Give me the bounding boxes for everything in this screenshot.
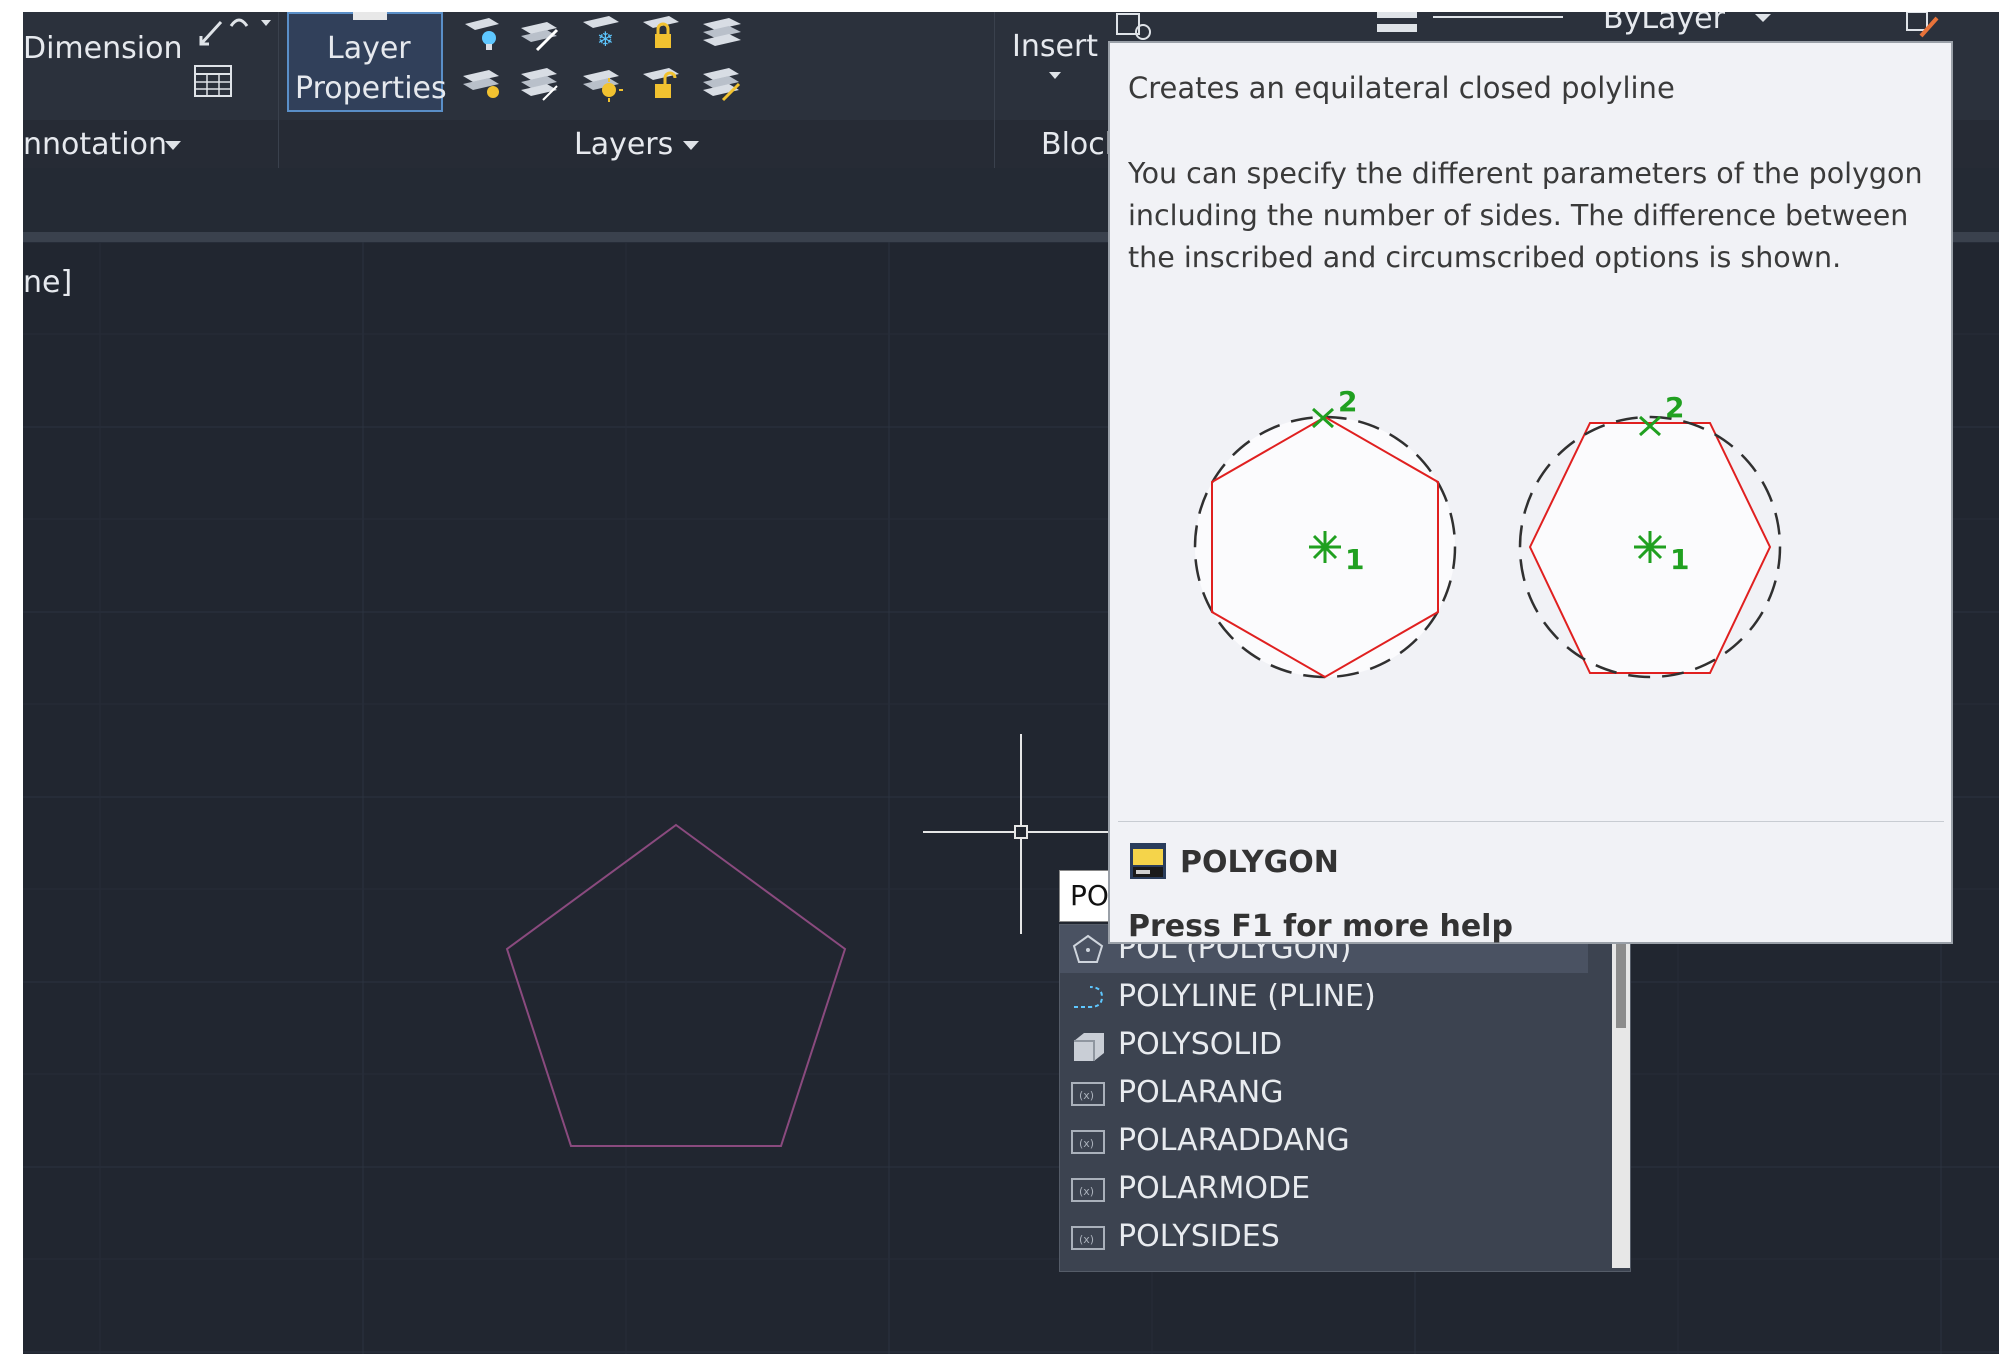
chevron-down-icon[interactable] xyxy=(1753,12,1773,26)
polyline-icon xyxy=(1074,986,1104,1008)
command-tooltip: Creates an equilateral closed polyline Y… xyxy=(1108,41,1953,944)
layer-state-icon[interactable] xyxy=(699,14,745,54)
panel-separator xyxy=(278,12,279,168)
tooltip-description: You can specify the different parameters… xyxy=(1128,157,1923,274)
svg-text:(x): (x) xyxy=(1079,1185,1094,1198)
layer-unlock-icon[interactable] xyxy=(639,62,685,102)
autocomplete-item-label: POLYSOLID xyxy=(1118,1027,1283,1062)
tooltip-title: Creates an equilateral closed polyline xyxy=(1128,71,1675,105)
linetype-dropdown[interactable]: ByLayer xyxy=(1603,12,1725,38)
radius-point-label: 2 xyxy=(1338,385,1357,418)
autocomplete-item[interactable]: POLYSOLID xyxy=(1060,1021,1588,1069)
create-block-icon[interactable] xyxy=(1113,12,1157,42)
svg-text:❄: ❄ xyxy=(597,27,614,51)
inscribed-diagram: 2 1 xyxy=(1193,385,1457,679)
layer-thaw-icon[interactable] xyxy=(579,62,625,102)
tooltip-command-name: POLYGON xyxy=(1180,845,1339,880)
chevron-down-icon[interactable] xyxy=(1047,70,1063,82)
autocomplete-item[interactable]: (x) POLYSIDES xyxy=(1060,1213,1588,1261)
layer-lock-icon[interactable] xyxy=(639,14,685,54)
chevron-down-icon[interactable] xyxy=(163,138,183,152)
polysolid-icon xyxy=(1074,1033,1104,1061)
layer-properties-label-line1: Layer xyxy=(327,31,411,66)
layer-properties-label-line2: Properties xyxy=(295,71,447,106)
center-point-label: 1 xyxy=(1345,543,1364,576)
layer-merge-icon[interactable] xyxy=(699,62,745,102)
autocomplete-item[interactable]: POLYLINE (PLINE) xyxy=(1060,973,1588,1021)
panel-separator xyxy=(994,12,995,168)
radius-point-label: 2 xyxy=(1665,391,1684,424)
autocomplete-scrollbar[interactable] xyxy=(1612,928,1630,1268)
autocomplete-item-label: POLYLINE (PLINE) xyxy=(1118,979,1376,1014)
system-variable-icon: (x) xyxy=(1071,1130,1105,1154)
circumscribed-diagram: 2 1 xyxy=(1518,391,1782,679)
insert-button[interactable]: Insert xyxy=(1012,28,1098,66)
table-icon[interactable] xyxy=(193,64,235,100)
layers-panel-title[interactable]: Layers xyxy=(574,126,673,164)
svg-text:(x): (x) xyxy=(1079,1233,1094,1246)
layer-walk-icon[interactable] xyxy=(517,62,563,102)
linetype-preview xyxy=(1433,16,1563,18)
autocomplete-item-label: POLYSIDES xyxy=(1118,1219,1280,1254)
leader-icon[interactable] xyxy=(193,12,283,52)
autocomplete-item-label: POLARMODE xyxy=(1118,1171,1311,1206)
layer-match-icon[interactable] xyxy=(517,14,563,54)
autocomplete-item-label: POLARADDANG xyxy=(1118,1123,1350,1158)
autocomplete-item[interactable]: (x) POLARMODE xyxy=(1060,1165,1588,1213)
layer-isolate-icon[interactable] xyxy=(459,62,505,102)
autocomplete-item[interactable]: (x) POLARANG xyxy=(1060,1069,1588,1117)
match-properties-icon[interactable] xyxy=(1903,12,1943,42)
polygon-icon xyxy=(1072,934,1104,963)
svg-text:(x): (x) xyxy=(1079,1089,1094,1102)
chevron-down-icon[interactable] xyxy=(681,138,701,152)
center-point-label: 1 xyxy=(1670,543,1689,576)
layer-on-icon[interactable] xyxy=(459,14,505,54)
system-variable-icon: (x) xyxy=(1071,1082,1105,1106)
polygon-illustration: 2 1 2 1 xyxy=(1193,385,1782,679)
autocomplete-item-label: POLARANG xyxy=(1118,1075,1284,1110)
layer-freeze-icon[interactable]: ❄ xyxy=(579,14,625,54)
tooltip-help-text: Press F1 for more help xyxy=(1128,909,1513,944)
command-icon xyxy=(1130,843,1166,879)
layer-properties-button[interactable]: Layer Properties xyxy=(287,12,447,112)
system-variable-icon: (x) xyxy=(1071,1178,1105,1202)
layer-properties-icon xyxy=(353,12,387,20)
autocad-window: Dimension nnotation Layer Properties ❄ L… xyxy=(23,12,1999,1354)
lineweight-icon[interactable] xyxy=(1373,12,1423,42)
svg-text:(x): (x) xyxy=(1079,1137,1094,1150)
autocomplete-item[interactable]: (x) POLARADDANG xyxy=(1060,1117,1588,1165)
tooltip-separator xyxy=(1118,821,1944,822)
dimension-button[interactable]: Dimension xyxy=(23,30,182,68)
command-autocomplete-list: POL (POLYGON) POLYLINE (PLINE) POLYSOLID… xyxy=(1059,924,1631,1272)
system-variable-icon: (x) xyxy=(1071,1226,1105,1250)
annotation-panel-title[interactable]: nnotation xyxy=(23,126,167,164)
